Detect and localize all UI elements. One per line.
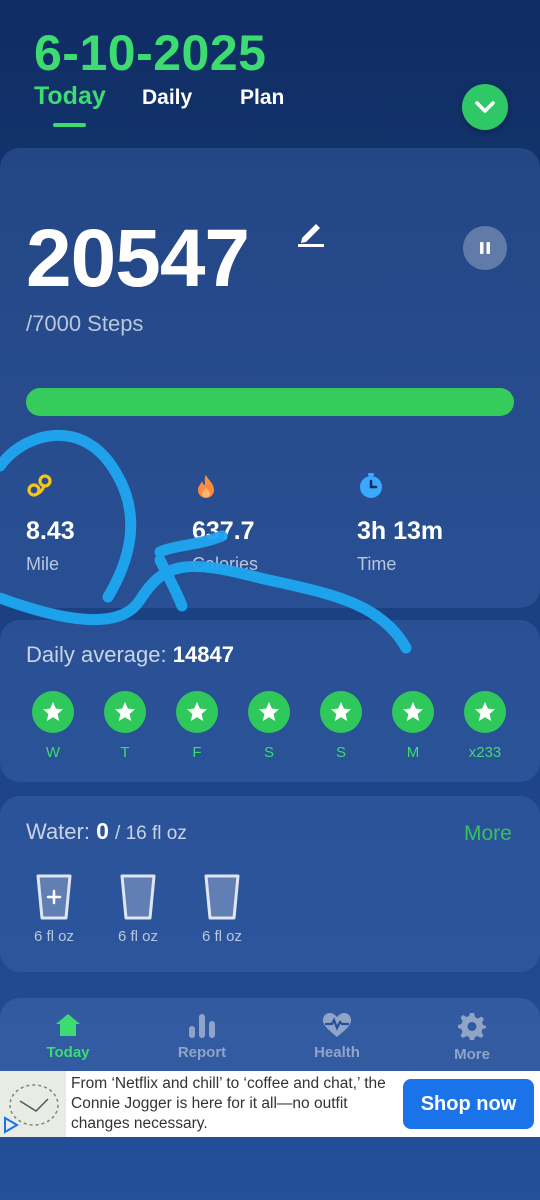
stat-distance: 8.43 Mile xyxy=(26,472,75,575)
time-label: Time xyxy=(357,554,397,574)
day-goal-0: W xyxy=(32,691,104,761)
water-label: Water: xyxy=(26,819,90,844)
pencil-icon xyxy=(298,224,324,247)
gear-icon xyxy=(458,1013,486,1040)
nav-health[interactable]: Health xyxy=(287,1012,387,1061)
day-goal-5: M xyxy=(392,691,464,761)
cup-icon xyxy=(204,874,240,920)
day-label: x233 xyxy=(468,744,502,761)
star-icon xyxy=(32,691,74,733)
tab-today[interactable]: Today xyxy=(34,82,142,111)
stat-time: 3h 13m Time xyxy=(357,472,443,575)
daily-average-value: 14847 xyxy=(172,642,234,667)
tab-plan[interactable]: Plan xyxy=(240,82,284,111)
water-total: / 16 fl oz xyxy=(115,823,187,844)
distance-label: Mile xyxy=(26,554,60,574)
time-value: 3h 13m xyxy=(357,517,444,545)
bar-chart-icon xyxy=(189,1014,215,1038)
nav-report[interactable]: Report xyxy=(152,1012,252,1061)
view-tabs: Today Daily Plan xyxy=(34,82,284,111)
day-label: S xyxy=(263,744,274,761)
tab-daily[interactable]: Daily xyxy=(142,82,240,111)
star-icon xyxy=(392,691,434,733)
ad-shop-now-button[interactable]: Shop now xyxy=(403,1079,534,1129)
water-current: 0 xyxy=(96,818,109,844)
heart-pulse-icon xyxy=(323,1013,351,1037)
weekly-goal-stars: W T F S S Mx233 xyxy=(32,691,536,761)
water-cup-2[interactable]: 6 fl oz xyxy=(202,874,288,945)
distance-value: 8.43 xyxy=(26,517,75,545)
day-label: S xyxy=(335,744,346,761)
cup-size-label: 6 fl oz xyxy=(117,928,159,945)
water-cup-1[interactable]: 6 fl oz xyxy=(118,874,204,945)
ad-choices-icon[interactable] xyxy=(2,1116,20,1134)
daily-average-heading: Daily average: 14847 xyxy=(26,642,234,668)
active-tab-indicator xyxy=(53,123,86,127)
water-heading: Water: 0 / 16 fl oz xyxy=(26,818,187,845)
calories-label: Calories xyxy=(192,554,259,574)
ad-text: From ‘Netflix and chill’ to ‘coffee and … xyxy=(71,1075,386,1132)
daily-average-label: Daily average: xyxy=(26,642,167,667)
day-goal-3: S xyxy=(248,691,320,761)
chevron-down-icon xyxy=(475,101,495,113)
steps-goal: /7000 Steps xyxy=(26,311,144,336)
day-label: T xyxy=(120,744,130,761)
day-label: F xyxy=(192,744,202,761)
ad-banner[interactable]: From ‘Netflix and chill’ to ‘coffee and … xyxy=(0,1071,540,1137)
distance-icon xyxy=(27,474,52,497)
day-goal-6: x233 xyxy=(464,691,536,761)
nav-today[interactable]: Today xyxy=(18,1012,118,1061)
water-more-link[interactable]: More xyxy=(464,822,512,846)
nav-more-label: More xyxy=(454,1046,490,1063)
star-icon xyxy=(464,691,506,733)
calories-value: 637.7 xyxy=(192,517,255,545)
home-icon xyxy=(56,1014,80,1036)
timer-icon xyxy=(360,473,382,498)
cup-size-label: 6 fl oz xyxy=(201,928,243,945)
steps-progress-bar xyxy=(26,388,514,416)
water-cup-0[interactable]: 6 fl oz xyxy=(34,874,120,945)
expand-button[interactable] xyxy=(462,84,508,130)
day-label: W xyxy=(45,744,61,761)
cup-icon xyxy=(120,874,156,920)
day-goal-4: S xyxy=(320,691,392,761)
water-cups: 6 fl oz 6 fl oz 6 fl oz xyxy=(34,874,288,945)
star-icon xyxy=(320,691,362,733)
cup-size-label: 6 fl oz xyxy=(33,928,75,945)
star-icon xyxy=(248,691,290,733)
nav-more[interactable]: More xyxy=(422,1012,522,1063)
day-goal-2: F xyxy=(176,691,248,761)
pause-icon xyxy=(480,242,490,254)
nav-health-label: Health xyxy=(314,1044,360,1061)
edit-steps-button[interactable] xyxy=(296,218,326,253)
flame-icon xyxy=(198,475,214,498)
star-icon xyxy=(104,691,146,733)
add-water-cup-icon xyxy=(36,874,72,920)
day-label: M xyxy=(406,744,420,761)
date-title: 6-10-2025 xyxy=(34,25,267,81)
pause-button[interactable] xyxy=(463,226,507,270)
steps-progress-fill xyxy=(26,388,514,416)
stat-calories: 637.7 Calories xyxy=(192,472,258,575)
nav-report-label: Report xyxy=(177,1044,227,1061)
star-icon xyxy=(176,691,218,733)
step-count: 20547 xyxy=(26,213,250,304)
day-goal-1: T xyxy=(104,691,176,761)
nav-today-label: Today xyxy=(46,1044,90,1061)
